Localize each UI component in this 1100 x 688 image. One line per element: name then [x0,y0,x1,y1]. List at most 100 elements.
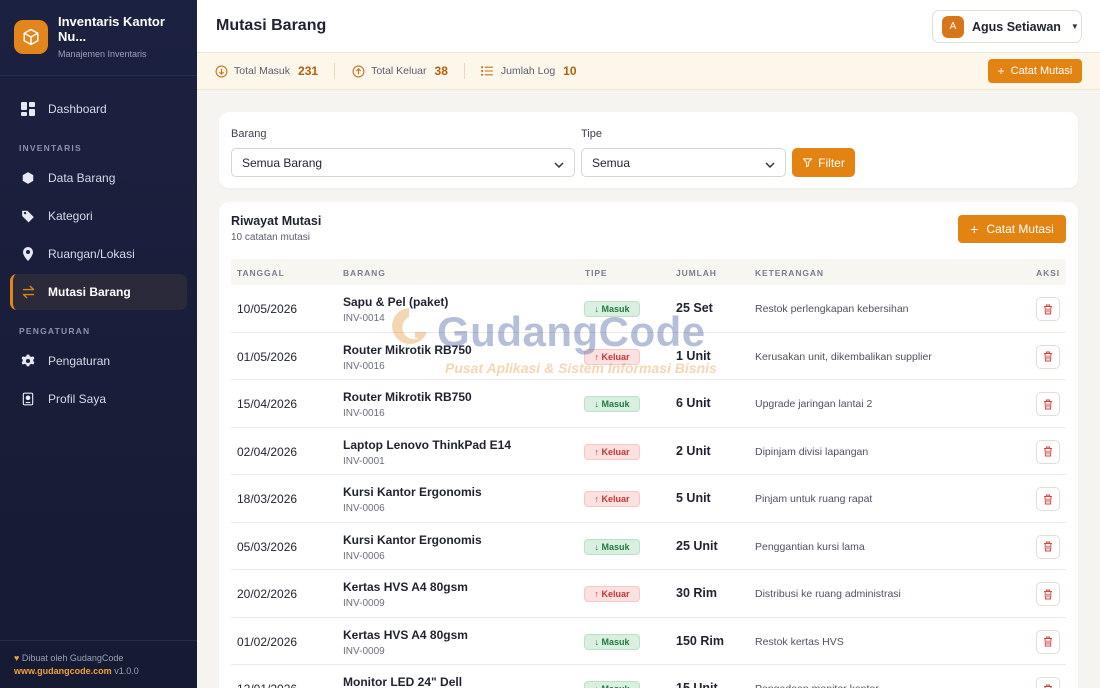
table-row[interactable]: 01/02/2026 Kertas HVS A4 80gsm INV-0009 ↓ M… [231,618,1066,665]
footer-credit: ♥ Dibuat oleh GudangCode [14,653,183,663]
catat-mutasi-button-top[interactable]: + Catat Mutasi [988,59,1082,83]
table-row[interactable]: 15/04/2026 Router Mikrotik RB750 INV-0016 ↓… [231,380,1066,428]
heart-icon: ♥ [14,653,20,663]
trash-icon [1044,684,1052,688]
delete-button[interactable] [1036,297,1060,321]
delete-button[interactable] [1036,582,1060,606]
barang-select[interactable]: Semua Barang [231,148,575,177]
stat-total-masuk: Total Masuk 231 [214,64,318,78]
tipe-badge: ↓ Masuk [584,538,640,555]
tipe-badge: ↑ Keluar [584,348,640,365]
cell-tanggal: 02/04/2026 [237,444,298,459]
sidebar-item-data-barang[interactable]: Data Barang [10,160,187,196]
cell-keterangan: Kerusakan unit, dikembalikan supplier [755,350,932,363]
trash-icon [1044,351,1052,362]
cell-tanggal: 05/03/2026 [237,539,298,554]
stats-bar: Total Masuk 231 Total Keluar 38 Jumlah L… [197,53,1100,90]
user-menu-button[interactable]: A Agus Setiawan ▼ [932,10,1082,43]
cell-kode: INV-0006 [343,503,385,514]
top-header: Mutasi Barang A Agus Setiawan ▼ [197,0,1100,53]
col-tanggal[interactable]: TANGGAL [237,268,285,278]
table-row[interactable]: 12/01/2026 Monitor LED 24" Dell ↓ Masuk 15 … [231,665,1066,688]
cell-kode: INV-0006 [343,550,385,562]
barang-label: Barang [231,128,267,140]
tipe-badge: ↑ Keluar [584,491,640,507]
delete-button[interactable] [1036,534,1060,559]
cell-tanggal: 18/03/2026 [237,492,298,506]
cell-barang: Kursi Kantor Ergonomis [343,532,482,547]
trash-icon [1044,494,1052,504]
sidebar-item-ruangan[interactable]: Ruangan/Lokasi [10,236,187,272]
stat-total-keluar: Total Keluar 38 [351,64,448,78]
cell-barang: Router Mikrotik RB750 [343,390,472,404]
table-row[interactable]: 18/03/2026 Kursi Kantor Ergonomis INV-0006… [231,475,1066,523]
brand-subtitle: Manajemen Inventaris [58,49,147,59]
col-keterangan[interactable]: KETERANGAN [755,268,824,278]
delete-button[interactable] [1036,392,1060,416]
delete-button[interactable] [1036,439,1060,464]
id-badge-icon [20,391,36,407]
delete-button[interactable] [1036,487,1060,511]
stat-value: 10 [563,64,577,78]
trash-icon [1044,304,1052,314]
sidebar-item-label: Pengaturan [48,354,111,368]
table-row[interactable]: 10/05/2026 Sapu & Pel (paket) INV-0014 ↓ Ma… [231,285,1066,333]
table-row[interactable]: 05/03/2026 Kursi Kantor Ergonomis INV-0006… [231,523,1066,570]
plus-icon: + [970,221,979,237]
col-barang[interactable]: BARANG [343,268,386,278]
cell-barang: Monitor LED 24" Dell [343,675,463,688]
brand[interactable]: Inventaris Kantor Nu... Manajemen Invent… [0,0,197,76]
tipe-badge: ↓ Masuk [584,681,640,688]
list-icon [481,64,495,78]
cell-kode: INV-0016 [343,360,385,372]
cell-jumlah: 25 Set [676,301,713,315]
brand-name: Inventaris Kantor Nu... [58,14,165,44]
tipe-badge: ↓ Masuk [584,396,640,412]
sidebar-item-label: Mutasi Barang [48,285,131,299]
cell-tanggal: 12/01/2026 [237,682,297,688]
divider [334,63,336,79]
delete-button[interactable] [1036,677,1060,688]
sidebar-item-kategori[interactable]: Kategori [10,198,187,234]
delete-button[interactable] [1036,629,1060,654]
cell-barang: Kursi Kantor Ergonomis [343,485,482,499]
page-title: Mutasi Barang [216,17,327,34]
dashboard-icon [20,101,36,117]
sidebar-item-pengaturan[interactable]: Pengaturan [10,343,187,379]
cell-jumlah: 2 Unit [676,443,711,458]
sidebar-item-label: Ruangan/Lokasi [48,247,135,261]
cell-kode: INV-0009 [343,598,385,609]
gear-icon [20,353,36,369]
button-label: Filter [818,155,845,170]
footer-site-link[interactable]: www.gudangcode.com [14,666,112,676]
sidebar-item-mutasi[interactable]: Mutasi Barang [10,274,187,310]
filter-button[interactable]: Filter [792,148,855,177]
cell-barang: Kertas HVS A4 80gsm [343,627,468,642]
footer-made-by: Dibuat oleh GudangCode [21,653,124,663]
caret-down-icon: ▼ [1070,22,1079,31]
cell-jumlah: 150 Rim [676,633,724,648]
trash-icon [1044,399,1052,409]
table-row[interactable]: 20/02/2026 Kertas HVS A4 80gsm INV-0009 ↑ K… [231,570,1066,618]
cell-barang: Router Mikrotik RB750 [343,342,472,357]
trash-icon [1044,636,1052,647]
col-tipe[interactable]: TIPE [585,268,608,278]
sidebar-footer: ♥ Dibuat oleh GudangCode www.gudangcode.… [0,640,197,688]
cell-barang: Laptop Lenovo ThinkPad E14 [343,437,512,452]
sidebar-item-profil[interactable]: Profil Saya [10,381,187,417]
stat-value: 38 [434,64,448,78]
tipe-select[interactable]: Semua [581,148,786,177]
delete-button[interactable] [1036,344,1060,369]
stat-jumlah-log: Jumlah Log 10 [481,64,577,78]
cell-kode: INV-0009 [343,645,385,657]
catat-mutasi-button[interactable]: + Catat Mutasi [958,215,1066,243]
box-icon [20,170,36,186]
cell-tanggal: 01/02/2026 [237,634,298,649]
table-row[interactable]: 01/05/2026 Router Mikrotik RB750 INV-0016 ↑… [231,333,1066,380]
button-label: Catat Mutasi [986,222,1054,236]
map-pin-icon [20,246,36,262]
col-jumlah[interactable]: JUMLAH [676,268,717,278]
sidebar-item-dashboard[interactable]: Dashboard [10,91,187,127]
table-row[interactable]: 02/04/2026 Laptop Lenovo ThinkPad E14 INV-… [231,428,1066,475]
tipe-badge: ↑ Keluar [584,586,640,602]
